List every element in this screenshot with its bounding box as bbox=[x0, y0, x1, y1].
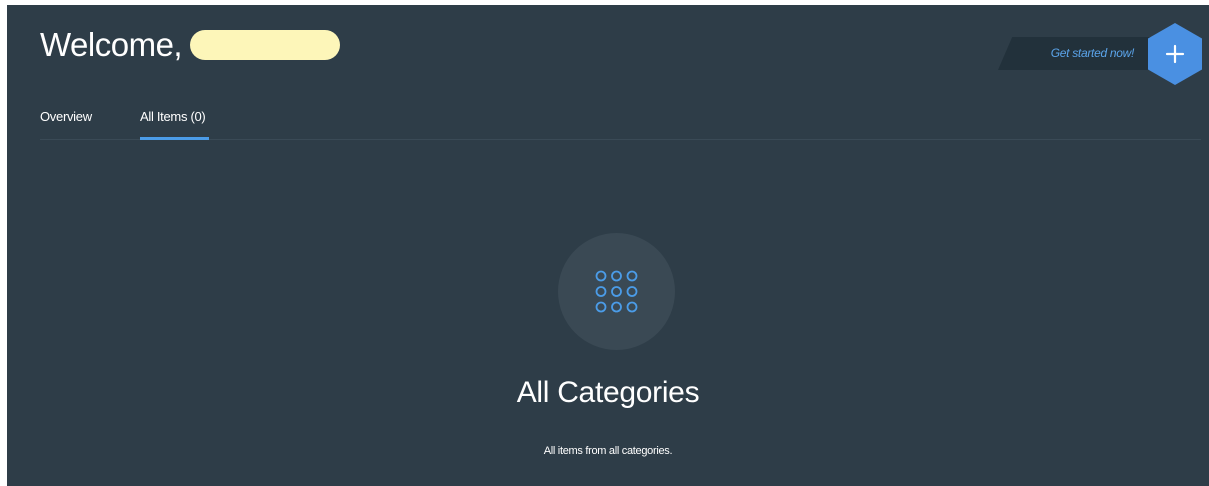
grid-dots-icon bbox=[595, 270, 638, 313]
active-tab-indicator bbox=[140, 137, 209, 140]
category-icon-circle bbox=[558, 233, 675, 350]
tab-bar: Overview All Items (0) bbox=[40, 101, 1201, 140]
category-title: All Categories bbox=[516, 376, 700, 409]
get-started-label: Get started now! bbox=[1050, 46, 1135, 60]
category-description: All items from all categories. bbox=[543, 445, 673, 457]
tab-overview[interactable]: Overview bbox=[40, 109, 92, 124]
app-frame: Welcome, Get started now! Overview All I… bbox=[7, 5, 1209, 486]
welcome-heading: Welcome, bbox=[40, 23, 341, 67]
add-button[interactable] bbox=[1147, 22, 1203, 86]
redacted-username bbox=[190, 30, 341, 60]
tab-all-items[interactable]: All Items (0) bbox=[140, 109, 206, 124]
welcome-label: Welcome, bbox=[40, 26, 183, 63]
get-started-button[interactable]: Get started now! bbox=[998, 37, 1156, 70]
plus-icon bbox=[1148, 23, 1202, 85]
